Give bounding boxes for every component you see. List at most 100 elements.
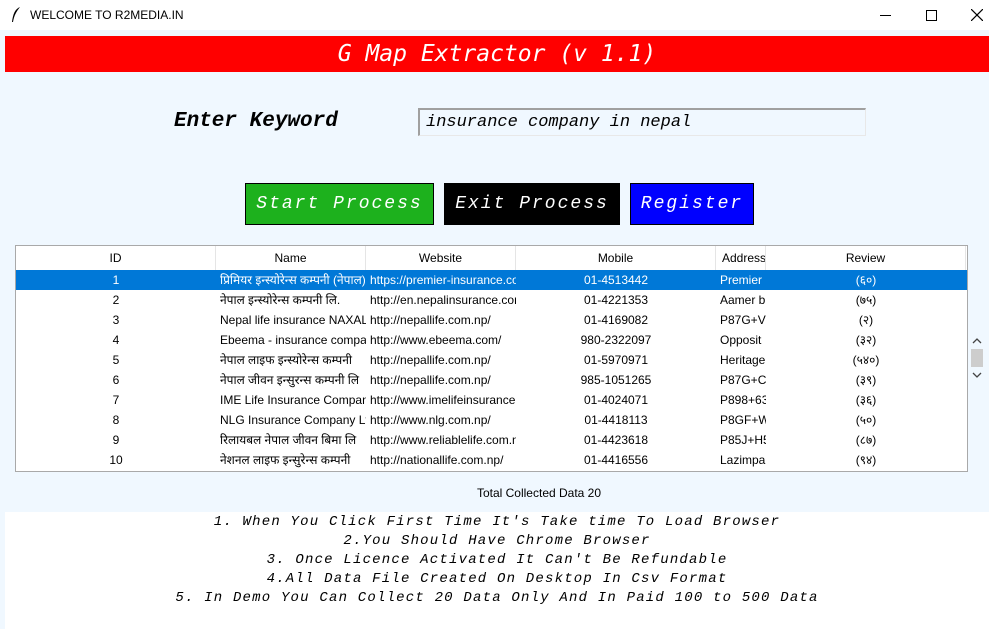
window-title: WELCOME TO R2MEDIA.IN <box>30 8 184 22</box>
instructions-panel: 1. When You Click First Time It's Take t… <box>5 512 989 629</box>
column-header-name[interactable]: Name <box>216 246 366 270</box>
cell-address: Opposit <box>720 333 762 347</box>
cell-review: (३२) <box>855 333 877 347</box>
table-body: 1 प्रिमियर इन्स्योरेन्स कम्पनी (नेपाल) h… <box>16 270 967 470</box>
cell-address: Aamer b <box>720 293 766 307</box>
maximize-button[interactable] <box>908 0 954 30</box>
cell-mobile: 01-4024071 <box>583 393 649 407</box>
cell-review: (८७) <box>855 433 877 447</box>
maximize-icon <box>925 9 937 21</box>
scroll-down-icon[interactable] <box>967 369 987 381</box>
cell-mobile: 01-4416556 <box>583 453 649 467</box>
minimize-icon <box>879 14 891 16</box>
cell-mobile: 985-1051265 <box>580 373 652 387</box>
exit-process-button[interactable]: Exit Process <box>444 183 620 225</box>
table-row[interactable]: 3 Nepal life insurance NAXAL http://nepa… <box>16 310 967 330</box>
start-process-button[interactable]: Start Process <box>245 183 434 225</box>
table-row[interactable]: 8 NLG Insurance Company Ltd http://www.n… <box>16 410 967 430</box>
cell-website: http://nationallife.com.np/ <box>370 453 504 467</box>
instruction-line: 3. Once Licence Activated It Can't Be Re… <box>266 552 728 568</box>
cell-mobile: 980-2322097 <box>580 333 652 347</box>
scroll-thumb[interactable] <box>971 349 983 367</box>
cell-address: P898+63 <box>720 393 766 407</box>
cell-mobile: 01-4169082 <box>583 313 649 327</box>
column-header-id[interactable]: ID <box>16 246 216 270</box>
minimize-button[interactable] <box>862 0 908 30</box>
table-header: ID Name Website Mobile Address Review <box>16 246 967 270</box>
title-bar[interactable]: WELCOME TO R2MEDIA.IN <box>0 0 989 30</box>
cell-website: https://premier-insurance.com.np/ <box>370 273 516 287</box>
table-row[interactable]: 1 प्रिमियर इन्स्योरेन्स कम्पनी (नेपाल) h… <box>16 270 967 290</box>
cell-address: Premier <box>720 273 763 287</box>
cell-name: Ebeema - insurance company <box>220 333 366 347</box>
cell-name: नेपाल इन्स्योरेन्स कम्पनी लि. <box>220 293 341 307</box>
table-scrollbar[interactable] <box>967 333 987 383</box>
cell-id: 4 <box>112 333 120 347</box>
close-button[interactable] <box>954 0 989 30</box>
cell-review: (९४) <box>855 453 877 467</box>
instruction-line: 5. In Demo You Can Collect 20 Data Only … <box>175 590 819 606</box>
cell-review: (५०) <box>855 413 877 427</box>
instruction-line: 4.All Data File Created On Desktop In Cs… <box>266 571 728 587</box>
results-table[interactable]: ID Name Website Mobile Address Review 1 … <box>15 245 968 472</box>
cell-review: (७५) <box>855 293 877 307</box>
cell-address: P85J+H5 <box>720 433 766 447</box>
cell-id: 8 <box>112 413 120 427</box>
cell-mobile: 01-4513442 <box>583 273 649 287</box>
column-header-mobile[interactable]: Mobile <box>516 246 716 270</box>
table-row[interactable]: 2 नेपाल इन्स्योरेन्स कम्पनी लि. http://e… <box>16 290 967 310</box>
scroll-up-icon[interactable] <box>967 335 987 347</box>
cell-id: 5 <box>112 353 120 367</box>
cell-address: P87G+C <box>720 373 766 387</box>
cell-website: http://www.reliablelife.com.np/ <box>370 433 516 447</box>
table-row[interactable]: 5 नेपाल लाइफ इन्स्योरेन्स कम्पनी http://… <box>16 350 967 370</box>
instruction-line: 2.You Should Have Chrome Browser <box>343 533 651 549</box>
cell-review: (३६) <box>855 393 877 407</box>
total-collected-label: Total Collected Data 20 <box>476 486 602 500</box>
cell-name: नेपाल जीवन इन्सुरन्स कम्पनी लि <box>220 373 360 387</box>
cell-name: NLG Insurance Company Ltd <box>220 413 366 427</box>
cell-name: प्रिमियर इन्स्योरेन्स कम्पनी (नेपाल) <box>220 273 366 287</box>
table-row[interactable]: 4 Ebeema - insurance company http://www.… <box>16 330 967 350</box>
cell-name: IME Life Insurance Company <box>220 393 366 407</box>
table-row[interactable]: 10 नेशनल लाइफ इन्सुरेन्स कम्पनी http://n… <box>16 450 967 470</box>
column-header-address[interactable]: Address <box>716 246 766 270</box>
cell-id: 10 <box>109 453 123 467</box>
cell-address: Heritage <box>720 353 766 367</box>
cell-id: 3 <box>112 313 120 327</box>
feather-icon <box>12 7 20 22</box>
cell-name: नेपाल लाइफ इन्स्योरेन्स कम्पनी <box>220 353 353 367</box>
register-button[interactable]: Register <box>630 183 754 225</box>
column-header-review[interactable]: Review <box>766 246 966 270</box>
keyword-input[interactable] <box>418 108 866 136</box>
cell-id: 9 <box>112 433 120 447</box>
table-row[interactable]: 6 नेपाल जीवन इन्सुरन्स कम्पनी लि http://… <box>16 370 967 390</box>
cell-id: 7 <box>112 393 120 407</box>
column-header-website[interactable]: Website <box>366 246 516 270</box>
cell-mobile: 01-4418113 <box>584 413 648 427</box>
cell-website: http://www.nlg.com.np/ <box>370 413 491 427</box>
cell-address: Lazimpa <box>720 453 766 467</box>
table-row[interactable]: 7 IME Life Insurance Company http://www.… <box>16 390 967 410</box>
cell-website: http://nepallife.com.np/ <box>370 373 491 387</box>
cell-mobile: 01-4221353 <box>583 293 649 307</box>
cell-mobile: 01-4423618 <box>583 433 649 447</box>
cell-review: (६०) <box>855 273 877 287</box>
cell-review: (५४०) <box>852 353 880 367</box>
cell-website: http://www.imelifeinsurance.com/ <box>370 393 516 407</box>
instruction-line: 1. When You Click First Time It's Take t… <box>213 514 781 530</box>
cell-website: http://en.nepalinsurance.com.np/ <box>370 293 516 307</box>
app-banner: G Map Extractor (v 1.1) <box>5 36 989 72</box>
cell-id: 1 <box>112 273 120 287</box>
cell-review: (२) <box>858 313 874 327</box>
keyword-label: Enter Keyword <box>174 110 338 133</box>
cell-name: नेशनल लाइफ इन्सुरेन्स कम्पनी <box>220 453 351 467</box>
cell-id: 6 <box>112 373 120 387</box>
cell-website: http://nepallife.com.np/ <box>370 313 491 327</box>
cell-website: http://nepallife.com.np/ <box>370 353 491 367</box>
cell-address: P8GF+W <box>720 413 766 427</box>
table-row[interactable]: 9 रिलायबल नेपाल जीवन बिमा लि http://www.… <box>16 430 967 450</box>
cell-name: रिलायबल नेपाल जीवन बिमा लि <box>220 433 357 447</box>
cell-website: http://www.ebeema.com/ <box>370 333 502 347</box>
cell-id: 2 <box>112 293 120 307</box>
